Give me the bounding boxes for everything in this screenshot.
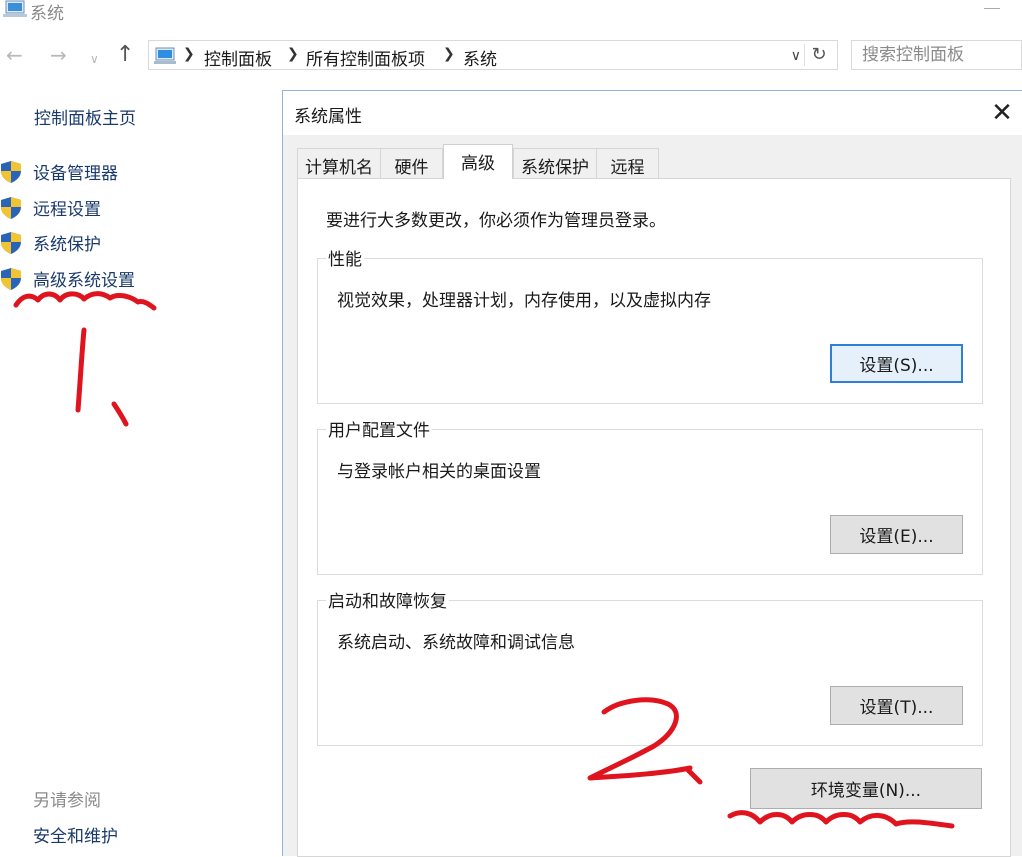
close-icon[interactable]: ✕: [987, 99, 1017, 129]
search-box[interactable]: [851, 40, 1022, 70]
dialog-title: 系统属性: [294, 107, 362, 127]
tab-advanced[interactable]: 高级: [443, 144, 513, 179]
dialog-titlebar: 系统属性 ✕: [283, 91, 1022, 135]
see-also-heading: 另请参阅: [33, 791, 101, 811]
uac-shield-icon: [0, 267, 22, 295]
group-description: 视觉效果，处理器计划，内存使用，以及虚拟内存: [337, 291, 711, 311]
underline-advanced-settings-annotation: [13, 291, 157, 311]
sidebar-item-label: 高级系统设置: [33, 271, 135, 291]
navigation-bar: ← → ∨ ↑ ❯ 控制面板 ❯ 所有控制面板项 ❯ 系统 ∨ ↻: [0, 36, 1022, 76]
tab-remote[interactable]: 远程: [596, 148, 659, 178]
refresh-icon[interactable]: ↻: [804, 44, 833, 66]
up-arrow-icon[interactable]: ↑: [116, 44, 134, 66]
group-title: 用户配置文件: [326, 416, 432, 441]
sidebar-item-system-protection[interactable]: 系统保护: [0, 229, 260, 255]
startup-recovery-settings-button[interactable]: 设置(T)...: [830, 686, 963, 725]
uac-shield-icon: [0, 231, 22, 259]
breadcrumb-control-panel[interactable]: 控制面板: [204, 45, 272, 70]
tab-system-protection[interactable]: 系统保护: [513, 148, 597, 178]
breadcrumb-separator-icon: ❯: [183, 46, 195, 62]
sidebar-item-remote-settings[interactable]: 远程设置: [0, 194, 260, 220]
tab-hardware[interactable]: 硬件: [380, 148, 443, 178]
search-input[interactable]: [852, 41, 1022, 68]
sidebar-item-advanced-settings[interactable]: 高级系统设置: [0, 265, 260, 291]
back-arrow-icon[interactable]: ←: [6, 44, 23, 66]
startup-recovery-group: 启动和故障恢复 系统启动、系统故障和调试信息 设置(T)...: [317, 587, 983, 746]
minimize-button[interactable]: [984, 8, 1000, 9]
uac-shield-icon: [0, 196, 22, 224]
number-one-annotation: [75, 327, 87, 413]
number-one-mark-annotation: [111, 401, 129, 427]
admin-notice: 要进行大多数更改，你必须作为管理员登录。: [326, 211, 666, 231]
window-title: 系统: [30, 4, 64, 24]
control-panel-icon: [153, 46, 179, 70]
group-description: 与登录帐户相关的桌面设置: [337, 462, 541, 482]
performance-group: 性能 视觉效果，处理器计划，内存使用，以及虚拟内存 设置(S)...: [317, 245, 983, 404]
sidebar-item-label: 设备管理器: [33, 164, 118, 184]
breadcrumb-all-items[interactable]: 所有控制面板项: [306, 45, 425, 70]
breadcrumb-separator-icon: ❯: [443, 46, 455, 62]
group-title: 启动和故障恢复: [326, 587, 449, 612]
forward-arrow-icon[interactable]: →: [50, 44, 67, 66]
sidebar-item-device-manager[interactable]: 设备管理器: [0, 158, 260, 184]
uac-shield-icon: [0, 160, 22, 188]
user-profiles-settings-button[interactable]: 设置(E)...: [830, 515, 963, 554]
see-also-security-link[interactable]: 安全和维护: [33, 822, 118, 847]
computer-icon: [2, 0, 28, 22]
sidebar-item-label: 系统保护: [33, 235, 101, 255]
user-profiles-group: 用户配置文件 与登录帐户相关的桌面设置 设置(E)...: [317, 416, 983, 575]
breadcrumb-system[interactable]: 系统: [463, 45, 497, 70]
address-bar[interactable]: ❯ 控制面板 ❯ 所有控制面板项 ❯ 系统 ∨ ↻: [148, 40, 838, 70]
group-description: 系统启动、系统故障和调试信息: [337, 633, 575, 653]
group-title: 性能: [326, 245, 364, 270]
tab-computer-name[interactable]: 计算机名: [297, 148, 381, 178]
sidebar-home-link[interactable]: 控制面板主页: [34, 104, 136, 129]
environment-variables-button[interactable]: 环境变量(N)...: [750, 768, 982, 809]
window-titlebar: 系统: [0, 0, 1022, 24]
breadcrumb-separator-icon: ❯: [287, 46, 299, 62]
address-dropdown-chevron-icon[interactable]: ∨: [791, 48, 801, 64]
sidebar-item-label: 远程设置: [33, 200, 101, 220]
performance-settings-button[interactable]: 设置(S)...: [830, 344, 963, 383]
recent-locations-chevron-icon[interactable]: ∨: [90, 48, 99, 70]
